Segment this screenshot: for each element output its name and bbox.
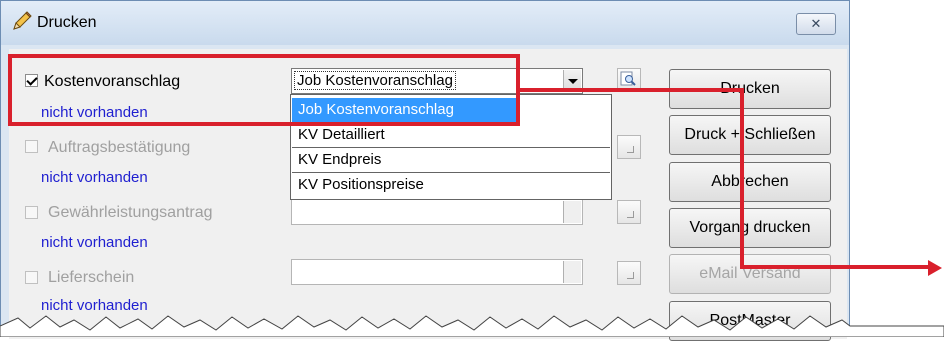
- callout-line: [740, 88, 744, 268]
- cancel-button[interactable]: Abbrechen: [669, 162, 831, 202]
- dropdown-option[interactable]: KV Detailliert: [292, 123, 610, 147]
- close-button[interactable]: ✕: [796, 13, 836, 35]
- auftragsbestaetigung-label: Auftragsbestätigung: [48, 139, 191, 156]
- callout-line: [520, 88, 744, 92]
- auftragsbestaetigung-browse-button[interactable]: [617, 135, 641, 159]
- gewaehrleistungsantrag-checkbox[interactable]: [25, 206, 38, 219]
- gewaehrleistungsantrag-template-select[interactable]: [291, 199, 583, 225]
- window-title: Drucken: [37, 14, 97, 31]
- pencil-icon: [13, 11, 32, 30]
- gewaehrleistungsantrag-status[interactable]: nicht vorhanden: [41, 234, 148, 251]
- callout-arrow-icon: [928, 260, 942, 276]
- lieferschein-template-select[interactable]: [291, 259, 583, 285]
- gewaehrleistungsantrag-browse-button[interactable]: [617, 200, 641, 224]
- print-process-button[interactable]: Vorgang drucken: [669, 208, 831, 248]
- email-send-button[interactable]: eMail Versand: [669, 254, 831, 294]
- dropdown-option[interactable]: KV Positionspreise: [292, 173, 610, 197]
- close-icon: ✕: [810, 16, 822, 31]
- highlight-box: [8, 54, 520, 126]
- torn-edge: [0, 315, 944, 337]
- print-close-button[interactable]: Druck + Schließen: [669, 115, 831, 155]
- lieferschein-browse-button[interactable]: [617, 261, 641, 285]
- title-bar: Drucken ✕: [1, 1, 849, 45]
- auftragsbestaetigung-checkbox[interactable]: [25, 140, 38, 153]
- dropdown-option[interactable]: KV Endpreis: [292, 148, 610, 172]
- gewaehrleistungsantrag-label: Gewährleistungsantrag: [48, 204, 213, 221]
- auftragsbestaetigung-status[interactable]: nicht vorhanden: [41, 169, 148, 186]
- lieferschein-checkbox[interactable]: [25, 271, 38, 284]
- callout-line: [740, 265, 932, 269]
- lieferschein-label: Lieferschein: [48, 269, 135, 286]
